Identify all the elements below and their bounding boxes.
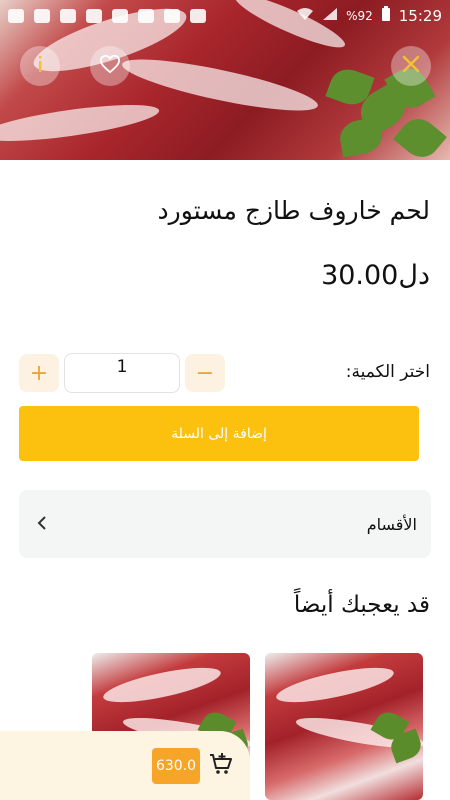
signal-icon [322, 7, 338, 25]
mail-icon [164, 9, 180, 23]
download-icon [190, 9, 206, 23]
battery-level: %92 [346, 9, 373, 23]
cart-add-icon [208, 751, 234, 781]
status-clock: 15:29 [398, 7, 442, 25]
close-button[interactable] [391, 46, 431, 86]
heart-icon [99, 54, 121, 78]
product-price: دل30.00 [321, 260, 430, 291]
status-bar: %92 15:29 [0, 0, 450, 32]
battery-icon [381, 6, 391, 26]
quantity-increase-button[interactable]: + [19, 354, 59, 392]
image-icon [60, 9, 76, 23]
categories-label: الأقسام [366, 514, 417, 534]
chevron-left-icon [37, 515, 47, 534]
favorite-button[interactable] [90, 46, 130, 86]
product-card[interactable] [265, 653, 423, 800]
wifi-icon [296, 7, 314, 25]
gmail-icon [86, 9, 102, 23]
person-icon [112, 9, 128, 23]
product-screen: %92 15:29 لحم خاروف طازج مستورد دل30.00 … [0, 0, 450, 800]
product-title: لحم خاروف طازج مستورد [157, 196, 430, 225]
printer-icon [138, 9, 154, 23]
add-to-cart-button[interactable]: إضافة إلى السلة [19, 406, 419, 461]
info-button[interactable] [20, 46, 60, 86]
minus-icon: − [195, 360, 215, 386]
quantity-input[interactable] [64, 353, 180, 393]
categories-row[interactable]: الأقسام [19, 490, 431, 558]
plus-icon: + [29, 360, 49, 386]
cart-bar[interactable]: 630.0 [0, 731, 250, 800]
quantity-decrease-button[interactable]: − [185, 354, 225, 392]
cart-total-badge: 630.0 [152, 747, 200, 784]
you-may-like-heading: قد يعجبك أيضاً [293, 592, 430, 618]
quantity-label: اختر الكمية: [345, 362, 430, 382]
info-icon [37, 56, 43, 76]
close-icon [401, 54, 421, 78]
telegram-icon [34, 9, 50, 23]
add-notification-icon [8, 9, 24, 23]
